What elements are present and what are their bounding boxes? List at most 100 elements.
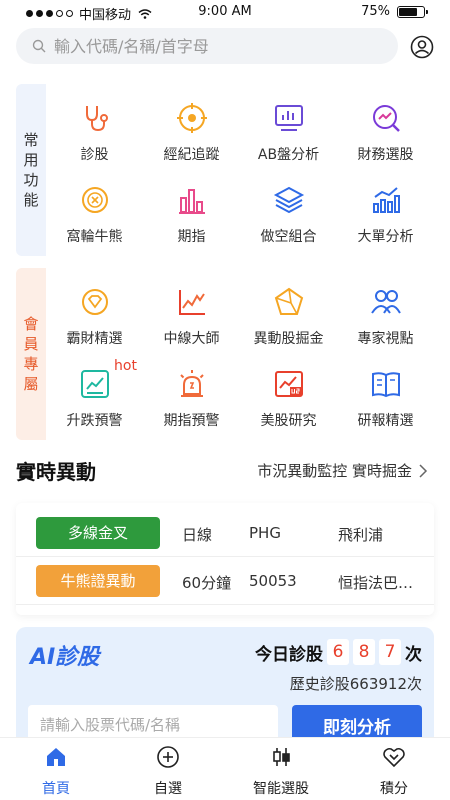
function-label: 研報精選 (357, 413, 414, 429)
function-label: 專家視點 (357, 331, 414, 347)
tab-label: 自選 (154, 781, 182, 797)
ai-diagnosis-title: AI診股 (30, 645, 100, 670)
target-icon (177, 103, 207, 133)
trend-bars-icon (373, 187, 400, 213)
us-chart-icon (275, 371, 303, 397)
battery-percent: 75% (361, 4, 390, 19)
function-financial-screening[interactable]: 財務選股 (337, 88, 434, 168)
search-icon (32, 39, 46, 53)
diamond-icon (82, 289, 108, 315)
today-label: 今日診股 (255, 644, 323, 665)
function-label: AB盤分析 (257, 147, 320, 163)
search-chart-icon (373, 105, 400, 132)
signal-tag: 多線金叉 (36, 517, 160, 549)
realtime-list: 多線金叉 日線 PHG 飛利浦 牛熊證異動 60分鐘 50053 恒指法巴… (16, 503, 434, 615)
member-exclusive-label: 會 員 專 屬 (16, 268, 46, 440)
period-cell: 日線 (182, 526, 213, 544)
bottom-tab-bar: 首頁 自選 智能選股 積分 (0, 737, 450, 800)
tab-watchlist[interactable]: 自選 (112, 738, 224, 800)
monitor-chart-icon (275, 105, 303, 131)
count-unit: 次 (405, 644, 422, 665)
function-label: 窩輪牛熊 (66, 229, 123, 245)
tab-home[interactable]: 首頁 (0, 738, 112, 800)
alert-chart-icon (81, 370, 109, 398)
history-diagnosis-count: 歷史診股663912次 (289, 675, 422, 693)
signal-tag: 牛熊證異動 (36, 565, 160, 597)
count-digit: 8 (353, 639, 375, 665)
function-label: 霸財精選 (66, 331, 123, 347)
function-futures-index[interactable]: 期指 (143, 170, 240, 250)
function-label: 期指 (177, 229, 206, 245)
function-research-reports[interactable]: 研報精選 (337, 354, 434, 434)
stock-code-input[interactable] (28, 705, 278, 737)
tab-label: 首頁 (42, 781, 70, 797)
count-digit: 6 (327, 639, 349, 665)
name-cell: 恒指法巴… (338, 574, 414, 592)
common-functions-panel: 常 用 功 能 診股 經紀追蹤 AB盤分析 財務選股 窩輪牛熊 期指 做空組合 … (16, 84, 434, 256)
realtime-row[interactable]: 牛熊證異動 60分鐘 50053 恒指法巴… (16, 559, 434, 605)
code-cell: 50053 (249, 572, 297, 590)
home-icon (47, 748, 65, 766)
function-diagnose-stock[interactable]: 診股 (46, 88, 143, 168)
realtime-links-text: 市況異動監控 實時掘金 (257, 462, 412, 480)
ai-diagnosis-card: AI診股 今日診股 6 8 7 次 歷史診股663912次 即刻分析 (16, 627, 434, 737)
today-diagnosis-count: 今日診股 6 8 7 次 (255, 639, 422, 665)
function-rise-fall-alert[interactable]: hot 升跌預警 (46, 354, 143, 434)
tab-smart-screening[interactable]: 智能選股 (225, 738, 337, 800)
siren-icon (180, 370, 204, 397)
status-bar: 中国移动 9:00 AM 75% (0, 0, 450, 24)
function-large-order-analysis[interactable]: 大單分析 (337, 170, 434, 250)
function-ab-analysis[interactable]: AB盤分析 (240, 88, 337, 168)
count-digit: 7 (379, 639, 401, 665)
coin-icon (82, 187, 108, 213)
function-us-stock-research[interactable]: 美股研究 (240, 354, 337, 434)
function-unusual-stock-mining[interactable]: 異動股掘金 (240, 272, 337, 352)
realtime-row[interactable]: 多線金叉 日線 PHG 飛利浦 (16, 511, 434, 557)
function-short-portfolio[interactable]: 做空組合 (240, 170, 337, 250)
function-broker-tracking[interactable]: 經紀追蹤 (143, 88, 240, 168)
hot-badge: hot (114, 358, 137, 374)
function-label: 異動股掘金 (253, 331, 324, 347)
period-cell: 60分鐘 (182, 574, 232, 592)
function-label: 美股研究 (260, 413, 317, 429)
pentagon-icon (274, 287, 304, 315)
code-cell: PHG (249, 524, 281, 542)
function-label: 經紀追蹤 (163, 147, 220, 163)
chevron-right-icon (419, 463, 428, 478)
member-functions-panel: 會 員 專 屬 霸財精選 中線大師 異動股掘金 專家視點 hot 升跌預警 期指… (16, 268, 434, 440)
function-label: 期指預警 (163, 413, 220, 429)
function-label: 做空組合 (260, 229, 317, 245)
user-profile-icon[interactable] (410, 35, 434, 59)
line-chart-icon (179, 290, 205, 315)
experts-icon (371, 290, 401, 314)
function-label: 診股 (80, 147, 109, 163)
tab-points[interactable]: 積分 (338, 738, 450, 800)
function-expert-views[interactable]: 專家視點 (337, 272, 434, 352)
bar-chart-icon (179, 189, 205, 214)
function-futures-alert[interactable]: 期指預警 (143, 354, 240, 434)
function-label: 中線大師 (163, 331, 220, 347)
realtime-more-link[interactable]: 市況異動監控 實時掘金 (257, 460, 428, 481)
realtime-title: 實時異動 (16, 460, 96, 484)
battery-icon (397, 6, 428, 18)
function-label: 大單分析 (357, 229, 414, 245)
search-input[interactable] (54, 36, 374, 56)
stethoscope-icon (86, 106, 108, 132)
plus-circle-icon (157, 746, 179, 768)
common-functions-label: 常 用 功 能 (16, 84, 46, 256)
function-label: 財務選股 (357, 147, 414, 163)
heart-badge-icon (383, 747, 405, 768)
candlestick-icon (273, 748, 290, 766)
function-midterm-master[interactable]: 中線大師 (143, 272, 240, 352)
function-label: 升跌預警 (66, 413, 123, 429)
app-page: 中国移动 9:00 AM 75% 常 用 功 (0, 0, 450, 800)
name-cell: 飛利浦 (338, 526, 384, 544)
function-top-picks[interactable]: 霸財精選 (46, 272, 143, 352)
tab-label: 積分 (380, 781, 408, 797)
analyze-now-button[interactable]: 即刻分析 (292, 705, 422, 737)
search-bar[interactable] (16, 28, 398, 64)
book-icon (372, 372, 400, 398)
layers-icon (273, 186, 305, 214)
function-warrants-cbbc[interactable]: 窩輪牛熊 (46, 170, 143, 250)
tab-label: 智能選股 (253, 781, 309, 797)
